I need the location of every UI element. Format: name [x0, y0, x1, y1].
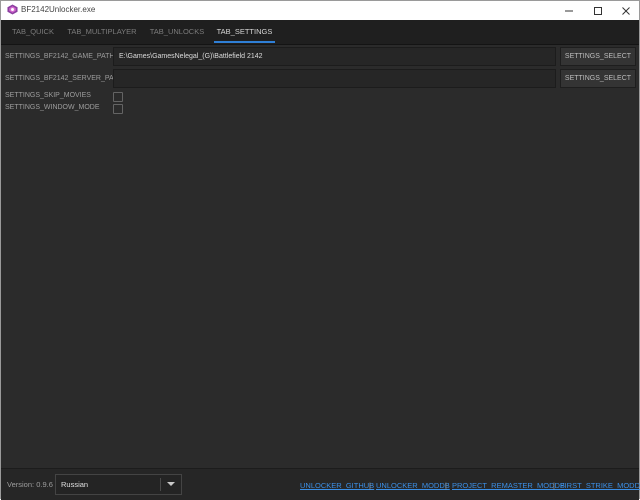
window-mode-label: SETTINGS_WINDOW_MODE	[5, 104, 100, 111]
tab-bar: TAB_QUICK TAB_MULTIPLAYER TAB_UNLOCKS TA…	[1, 20, 639, 45]
footer: Version: 0.9.6 Russian UNLOCKER_GITHUB |…	[1, 468, 640, 500]
tab-multiplayer[interactable]: TAB_MULTIPLAYER	[67, 20, 137, 44]
game-path-field[interactable]: E:\Games\GamesNelegal_(G)\Battlefield 21…	[113, 47, 556, 66]
version-number: 0.9.6	[36, 480, 53, 489]
settings-panel: SETTINGS_BF2142_GAME_PATH E:\Games\Games…	[1, 45, 639, 468]
maximize-icon	[594, 7, 602, 15]
unlocker-moddb-link[interactable]: UNLOCKER_MODDB	[376, 481, 450, 490]
window-title: BF2142Unlocker.exe	[21, 5, 96, 14]
first-strike-moddb-link[interactable]: FIRST_STRIKE_MODDB	[560, 481, 640, 490]
version-text: Version: 0.9.6	[7, 480, 53, 489]
close-button[interactable]	[612, 1, 640, 20]
title-bar[interactable]: BF2142Unlocker.exe	[1, 1, 639, 20]
server-path-select-button[interactable]: SETTINGS_SELECT	[560, 69, 636, 88]
skip-movies-label: SETTINGS_SKIP_MOVIES	[5, 92, 91, 99]
tab-quick[interactable]: TAB_QUICK	[7, 20, 59, 44]
language-select[interactable]: Russian	[55, 474, 182, 495]
skip-movies-checkbox[interactable]	[113, 92, 123, 102]
version-label: Version:	[7, 480, 35, 489]
server-path-field[interactable]	[113, 69, 556, 88]
window-mode-checkbox[interactable]	[113, 104, 123, 114]
game-path-select-button[interactable]: SETTINGS_SELECT	[560, 47, 636, 66]
app-logo-icon	[7, 4, 18, 15]
project-remaster-moddb-link[interactable]: PROJECT_REMASTER_MODDB	[452, 481, 565, 490]
active-tab-indicator	[214, 41, 275, 43]
language-select-divider	[160, 478, 161, 491]
unlocker-github-link[interactable]: UNLOCKER_GITHUB	[300, 481, 374, 490]
link-separator: |	[445, 481, 447, 490]
tab-unlocks[interactable]: TAB_UNLOCKS	[147, 20, 207, 44]
maximize-button[interactable]	[584, 1, 612, 20]
game-path-label: SETTINGS_BF2142_GAME_PATH	[5, 53, 115, 60]
minimize-icon	[565, 10, 573, 12]
server-path-label: SETTINGS_BF2142_SERVER_PATH	[5, 75, 123, 82]
language-value: Russian	[61, 480, 89, 489]
link-separator: |	[553, 481, 555, 490]
app-window: BF2142Unlocker.exe TAB_QUICK TAB_MULTIPL…	[0, 0, 640, 500]
close-icon	[622, 7, 630, 15]
chevron-down-icon[interactable]	[167, 482, 175, 486]
link-separator: |	[369, 481, 371, 490]
minimize-button[interactable]	[555, 1, 583, 20]
